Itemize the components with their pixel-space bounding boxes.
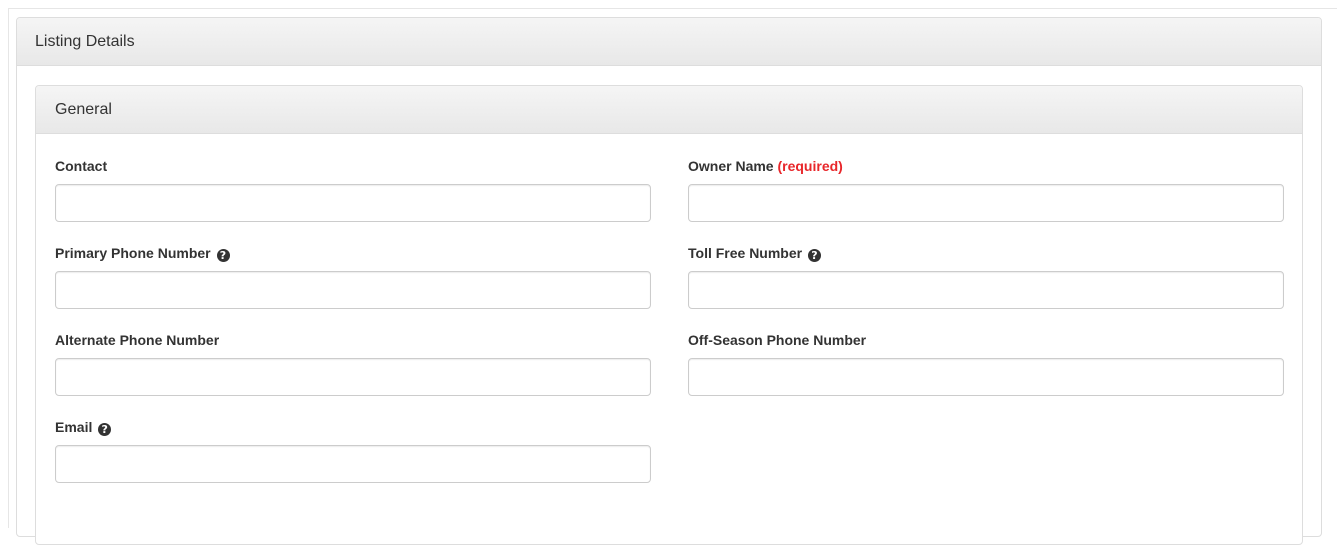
general-heading: General bbox=[36, 86, 1302, 134]
toll-free-input[interactable] bbox=[688, 271, 1284, 309]
email-field-group: Email ? bbox=[55, 417, 651, 483]
contact-label-text: Contact bbox=[55, 158, 108, 174]
email-input[interactable] bbox=[55, 445, 651, 483]
owner-name-label: Owner Name (required) bbox=[688, 156, 1284, 176]
toll-free-label: Toll Free Number ? bbox=[688, 243, 1284, 263]
owner-name-field-group: Owner Name (required) bbox=[688, 156, 1284, 222]
primary-phone-input[interactable] bbox=[55, 271, 651, 309]
off-season-phone-input[interactable] bbox=[688, 358, 1284, 396]
listing-details-heading: Listing Details bbox=[17, 18, 1321, 66]
alternate-phone-label: Alternate Phone Number bbox=[55, 330, 651, 350]
off-season-phone-label: Off-Season Phone Number bbox=[688, 330, 1284, 350]
required-indicator: (required) bbox=[777, 158, 843, 174]
alternate-phone-label-text: Alternate Phone Number bbox=[55, 332, 220, 348]
owner-name-input[interactable] bbox=[688, 184, 1284, 222]
off-season-phone-label-text: Off-Season Phone Number bbox=[688, 332, 867, 348]
email-label: Email ? bbox=[55, 417, 651, 437]
owner-name-label-text: Owner Name bbox=[688, 158, 774, 174]
alternate-phone-input[interactable] bbox=[55, 358, 651, 396]
primary-phone-field-group: Primary Phone Number ? bbox=[55, 243, 651, 309]
off-season-phone-field-group: Off-Season Phone Number bbox=[688, 330, 1284, 396]
email-label-text: Email bbox=[55, 419, 93, 435]
alternate-phone-field-group: Alternate Phone Number bbox=[55, 330, 651, 396]
primary-phone-label-text: Primary Phone Number bbox=[55, 245, 211, 261]
contact-input[interactable] bbox=[55, 184, 651, 222]
toll-free-label-text: Toll Free Number bbox=[688, 245, 803, 261]
contact-field-group: Contact bbox=[55, 156, 651, 222]
primary-phone-label: Primary Phone Number ? bbox=[55, 243, 651, 263]
contact-label: Contact bbox=[55, 156, 651, 176]
help-icon[interactable]: ? bbox=[216, 249, 230, 262]
general-panel: General Contact Owner Name (required) Pr… bbox=[35, 85, 1303, 545]
listing-details-panel: Listing Details General Contact Owner Na… bbox=[16, 17, 1322, 545]
toll-free-field-group: Toll Free Number ? bbox=[688, 243, 1284, 309]
help-icon[interactable]: ? bbox=[807, 249, 821, 262]
help-icon[interactable]: ? bbox=[98, 423, 112, 436]
